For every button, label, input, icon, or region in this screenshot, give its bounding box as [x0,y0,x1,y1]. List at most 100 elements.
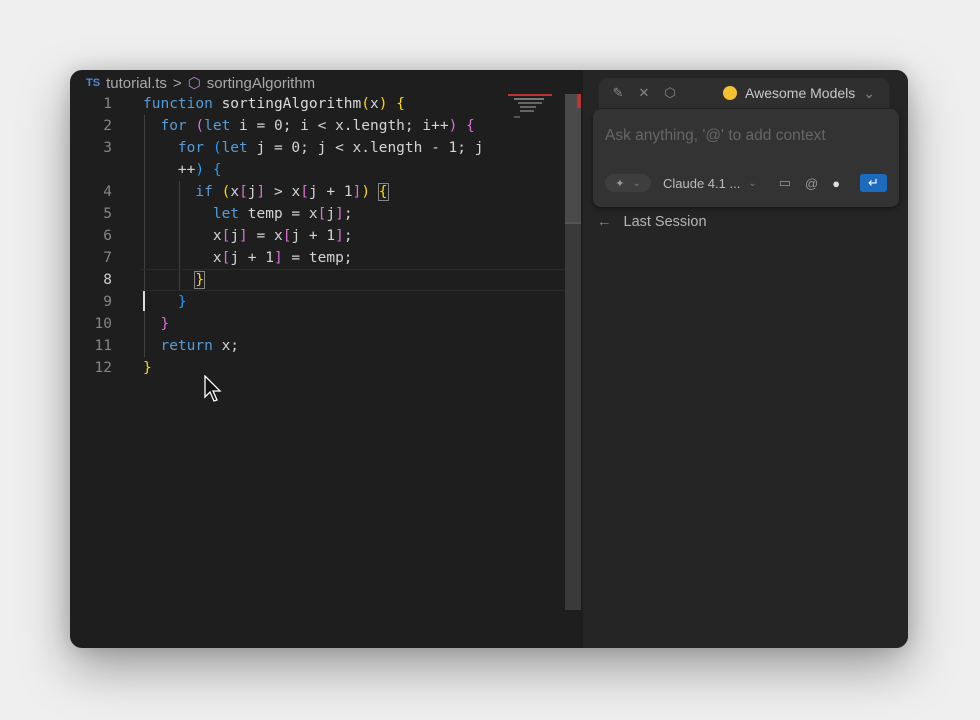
code-token: temp = x [247,206,318,222]
cube-icon[interactable]: ⬡ [657,85,683,101]
breadcrumb-symbol[interactable]: sortingAlgorithm [207,75,315,92]
code-line[interactable]: 1 function sortingAlgorithm(x) { [70,93,565,115]
breadcrumb: TS tutorial.ts > ⬡ sortingAlgorithm [86,73,315,93]
code-token: function [143,96,222,112]
code-token: j + 1 [308,184,353,200]
code-text: } [143,357,152,379]
code-token: { [466,118,475,134]
code-token: [ [239,184,248,200]
code-text: function sortingAlgorithm(x) { [143,93,405,115]
at-mention-icon[interactable]: @ [805,176,818,191]
code-line[interactable]: 10 } [70,313,565,335]
code-token: if [195,184,222,200]
editor-scrollbar[interactable] [565,94,581,610]
code-token: j [326,206,336,222]
cube-symbol-icon: ⬡ [187,75,201,92]
code-token: } [194,271,206,289]
code-token: x; [221,338,240,354]
code-token: > x [265,184,301,200]
line-number: 2 [103,118,112,134]
code-token: ] [335,206,344,222]
minimap[interactable] [508,94,568,124]
code-token: ++ [143,162,196,178]
line-number: 12 [94,360,112,376]
code-text: if (x[j] > x[j + 1]) { [143,181,389,203]
send-button[interactable]: ↵ [860,174,887,192]
code-token: ( [212,140,222,156]
code-token: let [204,118,240,134]
chat-input-box[interactable]: Ask anything, '@' to add context ✦ ⌄ Clau… [593,109,899,207]
models-dropdown[interactable]: Awesome Models ⌄ [723,85,889,102]
line-number: 8 [103,272,112,288]
model-selector[interactable]: Claude 4.1 ... [663,176,740,191]
code-text: let temp = x[j]; [143,203,353,225]
last-session-link[interactable]: ← Last Session [597,214,707,230]
scrollbar-thumb[interactable] [565,94,581,224]
code-token: j [247,184,257,200]
code-token: { [377,183,389,201]
code-token: = temp; [282,250,353,266]
line-number: 11 [94,338,112,354]
line-number: 10 [94,316,112,332]
code-token: ; [343,228,353,244]
code-line[interactable]: 11 return x; [70,335,565,357]
last-session-label: Last Session [623,214,707,230]
agent-mode-button[interactable]: ✦ ⌄ [605,174,651,192]
code-token: { [212,162,222,178]
chevron-down-icon: ⌄ [748,177,757,189]
code-token: i = 0; i < x.length; i++ [239,118,449,134]
code-token: ; [343,206,353,222]
line-number: 4 [103,184,112,200]
code-editor[interactable]: 1 function sortingAlgorithm(x) {2 for (le… [70,93,565,379]
code-token: x [143,228,222,244]
code-line[interactable]: 4 if (x[j] > x[j + 1]) { [70,181,565,203]
chevron-down-icon: ⌄ [632,177,641,189]
code-token: return [160,338,222,354]
code-line[interactable]: 7 x[j + 1] = temp; [70,247,565,269]
pencil-icon[interactable]: ✎ [605,85,631,101]
code-line[interactable]: 5 let temp = x[j]; [70,203,565,225]
code-token: } [177,294,187,310]
code-token: for [177,140,213,156]
code-text: } [143,313,169,335]
code-line[interactable]: 12} [70,357,565,379]
code-token: } [143,360,152,376]
line-number: 7 [103,250,112,266]
code-token: [ [300,184,309,200]
code-token: ] [335,228,344,244]
code-token: ] [273,250,283,266]
code-token: j + 1 [291,228,336,244]
code-text: for (let j = 0; j < x.length - 1; j [143,137,484,159]
code-line[interactable]: 3 for (let j = 0; j < x.length - 1; j [70,137,565,159]
code-line[interactable]: 2 for (let i = 0; i < x.length; i++) { [70,115,565,137]
mouse-pointer-icon [204,375,222,402]
code-text: for (let i = 0; i < x.length; i++) { [143,115,475,137]
chat-input[interactable]: Ask anything, '@' to add context [605,127,826,145]
code-token: sortingAlgorithm [221,96,362,112]
sparkle-icon: ✦ [615,177,625,190]
line-number: 3 [103,140,112,156]
code-line[interactable]: ++) { [70,159,565,181]
lightbulb-icon[interactable]: ● [832,176,840,191]
breadcrumb-file[interactable]: tutorial.ts [106,75,167,92]
chevron-down-icon: ⌄ [863,84,875,101]
line-number: 6 [103,228,112,244]
code-text: } [143,269,206,291]
emoji-icon [723,86,738,100]
models-label: Awesome Models [745,85,856,101]
code-token: x [143,250,222,266]
code-token: = x [247,228,283,244]
tools-icon[interactable]: ✕ [631,85,657,101]
code-token: j [230,228,240,244]
code-line[interactable]: 8 } [70,269,565,291]
image-icon[interactable]: ▭ [779,175,791,191]
code-line[interactable]: 6 x[j] = x[j + 1]; [70,225,565,247]
